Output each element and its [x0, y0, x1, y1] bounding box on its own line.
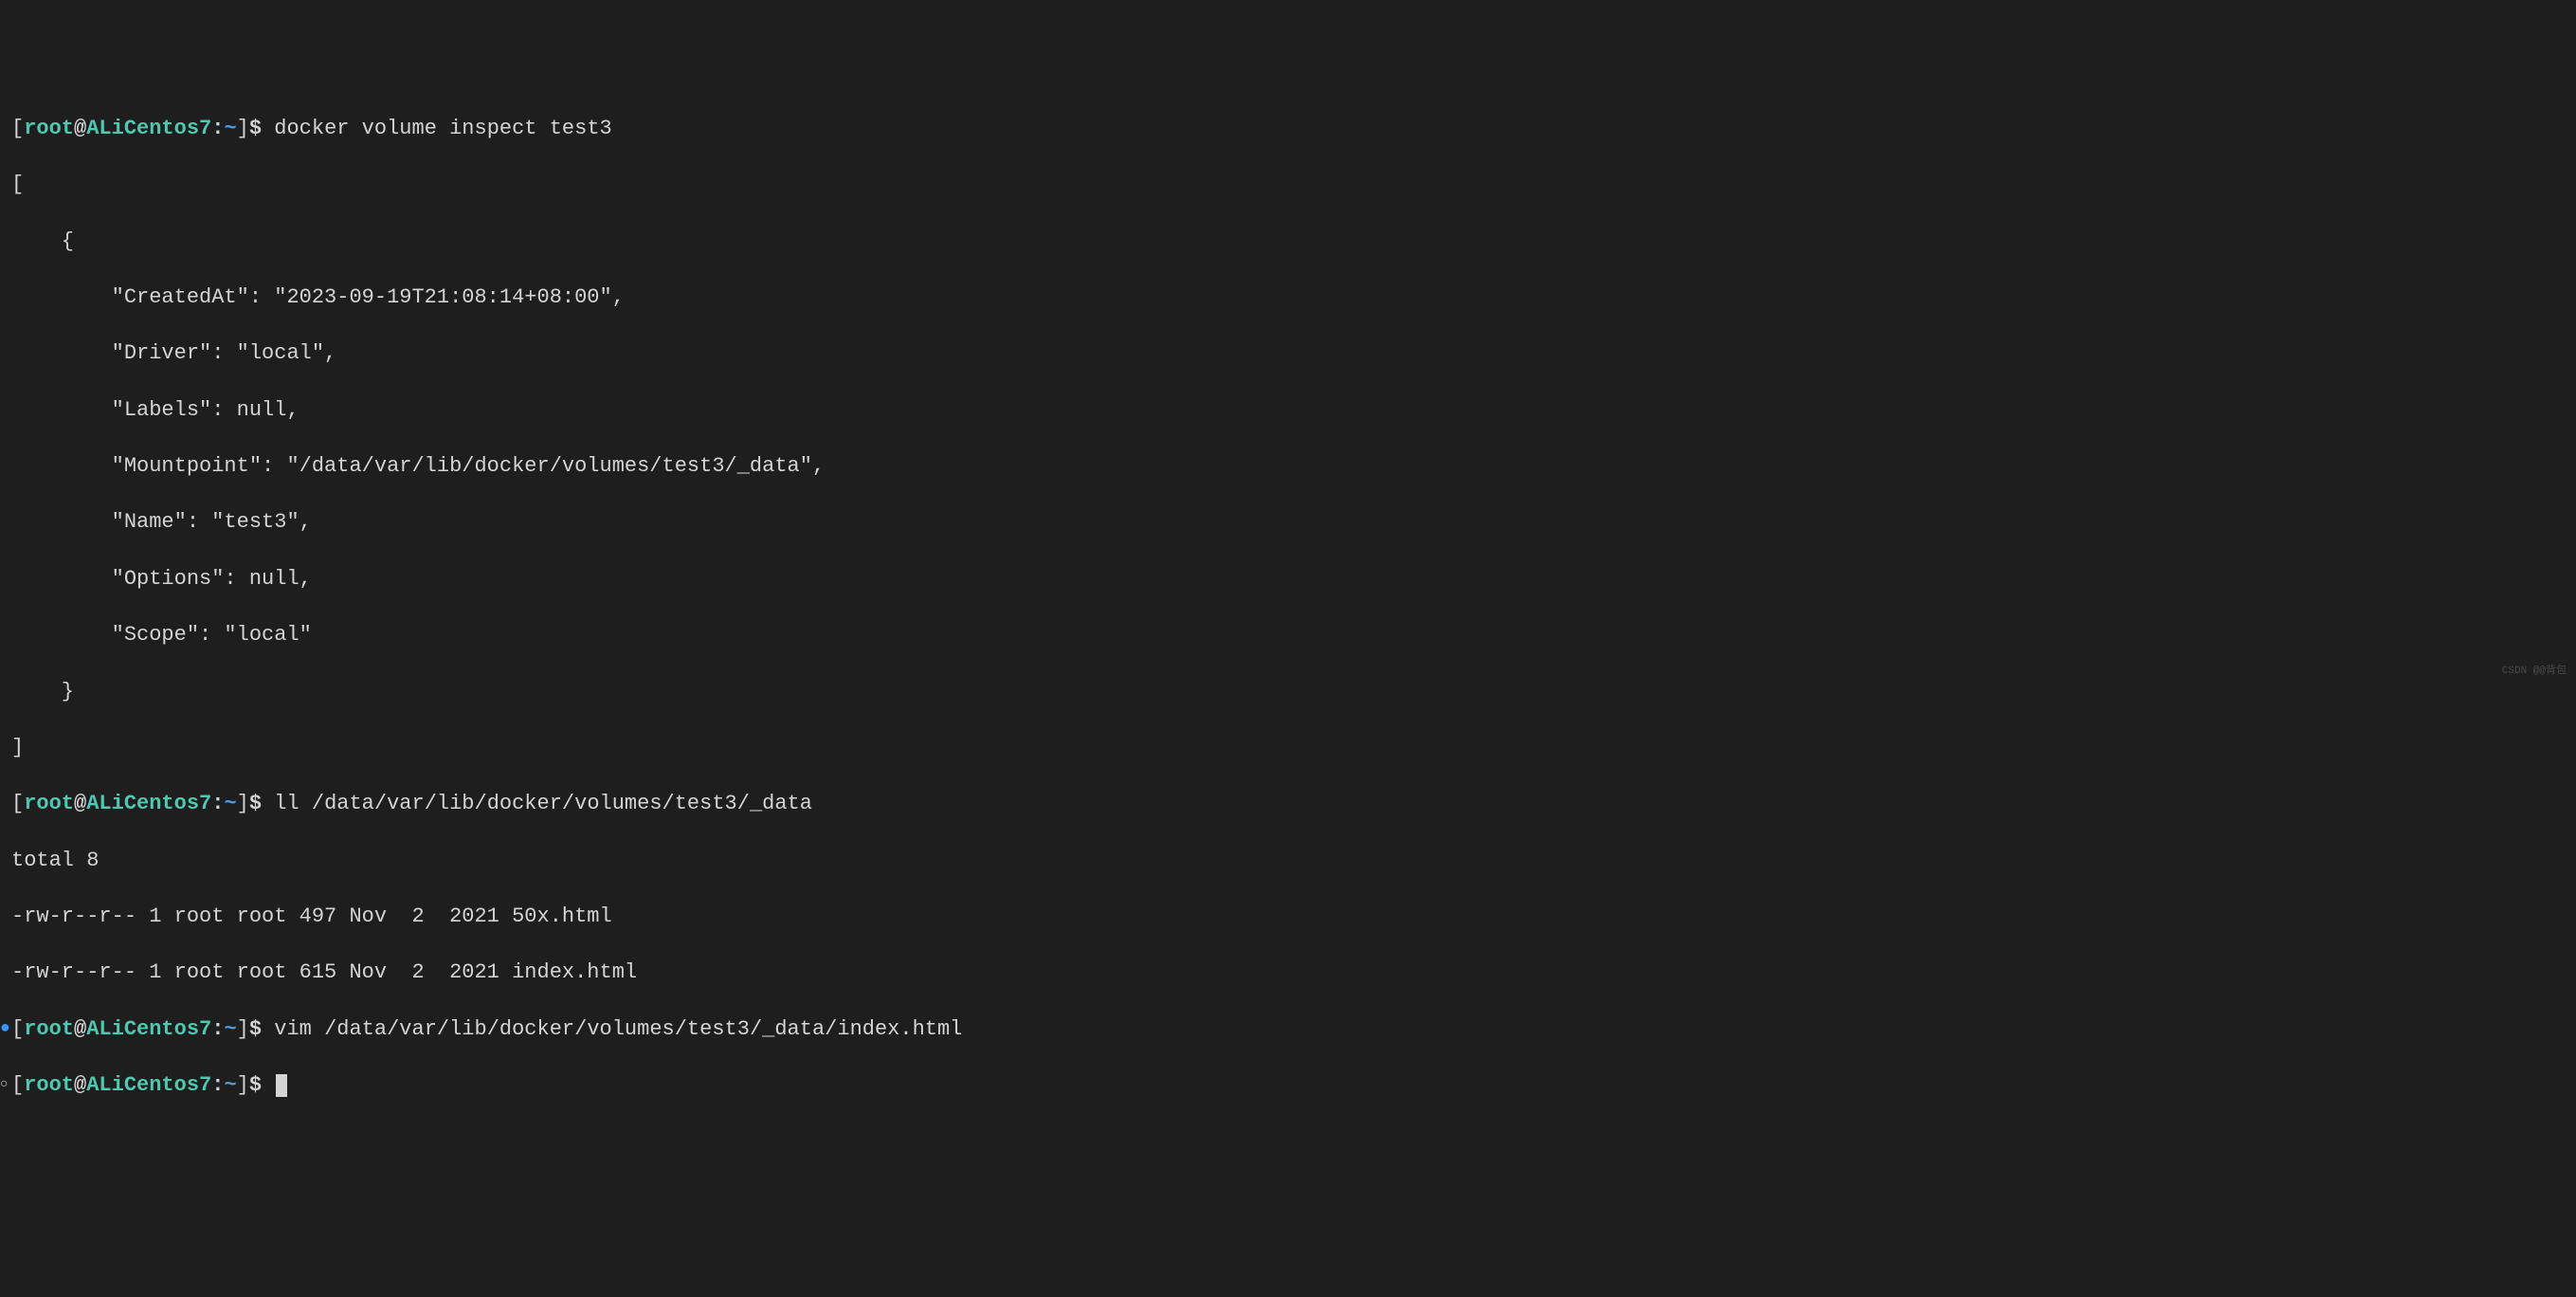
prompt-bracket-close: ]: [237, 1017, 249, 1041]
prompt-symbol: $: [249, 117, 262, 140]
modified-indicator-icon: ●: [0, 1017, 11, 1040]
terminal-line-prompt-2: [root@ALiCentos7:~]$ ll /data/var/lib/do…: [0, 790, 2576, 818]
prompt-path: ~: [224, 792, 236, 815]
prompt-user: root: [24, 792, 74, 815]
prompt-colon: :: [211, 117, 224, 140]
json-driver: "Driver": "local",: [0, 339, 2576, 368]
prompt-bracket-close: ]: [237, 1073, 249, 1097]
prompt-host: ALiCentos7: [86, 117, 211, 140]
json-scope: "Scope": "local": [0, 621, 2576, 649]
prompt-path: ~: [224, 1073, 236, 1097]
command-1: docker volume inspect test3: [274, 117, 611, 140]
json-mountpoint: "Mountpoint": "/data/var/lib/docker/volu…: [0, 452, 2576, 481]
terminal-line-prompt-1: [root@ALiCentos7:~]$ docker volume inspe…: [0, 115, 2576, 143]
prompt-path: ~: [224, 1017, 236, 1041]
prompt-bracket-close: ]: [237, 117, 249, 140]
ll-file-1: -rw-r--r-- 1 root root 497 Nov 2 2021 50…: [0, 903, 2576, 931]
prompt-indicator-icon: ○: [0, 1076, 11, 1094]
prompt-user: root: [24, 117, 74, 140]
prompt-host: ALiCentos7: [86, 1073, 211, 1097]
prompt-bracket-close: ]: [237, 792, 249, 815]
prompt-symbol: $: [249, 792, 262, 815]
json-open-brace: {: [0, 228, 2576, 256]
prompt-user: root: [24, 1017, 74, 1041]
ll-total: total 8: [0, 847, 2576, 875]
prompt-user: root: [24, 1073, 74, 1097]
prompt-colon: :: [211, 1017, 224, 1041]
prompt-at: @: [74, 117, 86, 140]
ll-file-2: -rw-r--r-- 1 root root 615 Nov 2 2021 in…: [0, 959, 2576, 987]
json-name: "Name": "test3",: [0, 508, 2576, 537]
prompt-bracket-open: [: [11, 1017, 24, 1041]
json-open-bracket: [: [0, 171, 2576, 199]
cursor-icon: [276, 1074, 287, 1097]
prompt-host: ALiCentos7: [86, 1017, 211, 1041]
prompt-colon: :: [211, 1073, 224, 1097]
json-close-bracket: ]: [0, 734, 2576, 762]
prompt-host: ALiCentos7: [86, 792, 211, 815]
json-close-brace: }: [0, 678, 2576, 706]
json-options: "Options": null,: [0, 565, 2576, 594]
prompt-bracket-open: [: [11, 117, 24, 140]
prompt-bracket-open: [: [11, 1073, 24, 1097]
prompt-path: ~: [224, 117, 236, 140]
terminal-line-prompt-3: ●[root@ALiCentos7:~]$ vim /data/var/lib/…: [0, 1015, 2576, 1044]
command-3: vim /data/var/lib/docker/volumes/test3/_…: [274, 1017, 962, 1041]
terminal-line-prompt-4[interactable]: ○[root@ALiCentos7:~]$: [0, 1071, 2576, 1100]
command-2: ll /data/var/lib/docker/volumes/test3/_d…: [274, 792, 812, 815]
prompt-at: @: [74, 1073, 86, 1097]
prompt-at: @: [74, 1017, 86, 1041]
json-labels: "Labels": null,: [0, 396, 2576, 425]
prompt-symbol: $: [249, 1017, 262, 1041]
watermark: CSDN @@背包: [2502, 665, 2567, 679]
prompt-bracket-open: [: [11, 792, 24, 815]
prompt-colon: :: [211, 792, 224, 815]
prompt-at: @: [74, 792, 86, 815]
json-created-at: "CreatedAt": "2023-09-19T21:08:14+08:00"…: [0, 283, 2576, 312]
prompt-symbol: $: [249, 1073, 262, 1097]
